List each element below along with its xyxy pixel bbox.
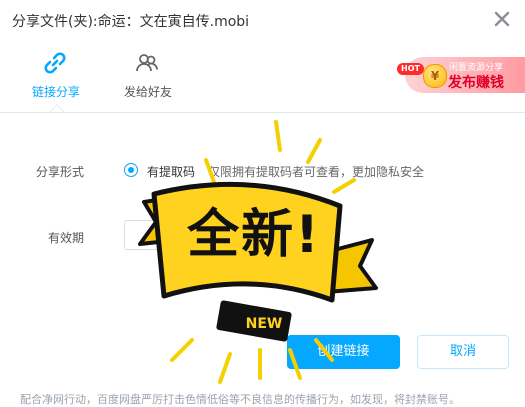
dialog-title: 分享文件(夹):命运：文在寅自传.mobi xyxy=(12,14,250,30)
close-icon[interactable] xyxy=(493,10,511,28)
cancel-button[interactable]: 取消 xyxy=(417,335,509,369)
sticker-main-text: 全新! xyxy=(187,205,321,265)
sticker-new-badge: NEW xyxy=(245,316,283,332)
promo-banner[interactable]: HOT ¥ 闲置资源分享 发布赚钱 xyxy=(397,57,525,93)
link-icon xyxy=(44,52,66,74)
active-tab-caret xyxy=(50,104,64,112)
friends-icon xyxy=(136,54,158,72)
hot-badge: HOT xyxy=(397,63,424,75)
validity-label: 有效期 xyxy=(48,231,85,245)
tab-link-share-label: 链接分享 xyxy=(31,85,80,99)
dialog-titlebar: 分享文件(夹):命运：文在寅自传.mobi xyxy=(0,0,525,42)
tab-link-share[interactable]: 链接分享 xyxy=(11,42,101,112)
tab-send-friend-label: 发给好友 xyxy=(123,85,172,99)
tab-send-friend[interactable]: 发给好友 xyxy=(103,42,193,112)
new-sticker: 全新! NEW xyxy=(110,110,390,390)
share-format-label: 分享形式 xyxy=(36,165,85,179)
coin-icon: ¥ xyxy=(423,64,447,88)
promo-title: 发布赚钱 xyxy=(448,75,504,91)
footer-notice: 配合净网行动，百度网盘严厉打击色情低俗等不良信息的传播行为，如发现，将封禁账号。 xyxy=(20,393,460,406)
